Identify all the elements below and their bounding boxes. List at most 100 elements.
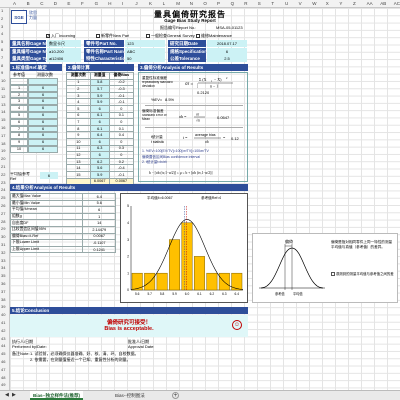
measured-value[interactable]: 6.2	[89, 157, 110, 166]
measured-value[interactable]: 6.1	[89, 124, 110, 133]
row-number[interactable]: 13	[1, 102, 5, 107]
column-letter[interactable]: Z	[353, 1, 356, 6]
ref-value[interactable]	[28, 78, 58, 85]
row-number[interactable]: 5	[1, 39, 3, 44]
column-letter[interactable]: V	[299, 1, 302, 6]
measured-value[interactable]: 5.7	[89, 85, 110, 93]
ref-value[interactable]: 6	[28, 145, 58, 153]
measured-value[interactable]: 6	[89, 137, 110, 146]
ref-value[interactable]: 6	[28, 139, 58, 146]
row-number[interactable]: 22	[1, 172, 5, 177]
row-number[interactable]: 36	[1, 281, 5, 286]
tab-nav-right-icon[interactable]: ▶	[9, 391, 19, 400]
ref-value[interactable]: 6	[28, 125, 58, 133]
row-number[interactable]: 37	[1, 289, 5, 294]
measured-value[interactable]: 5.9	[89, 98, 110, 106]
row-number[interactable]: 42	[1, 328, 5, 333]
worksheet[interactable]: SGE 欣思 力量 量具偏倚研究报告 Gage Bias Study Repor…	[9, 8, 400, 390]
tab-bias-control-chart[interactable]: Bias--控制图法	[112, 391, 148, 400]
tolerance-value[interactable]: 2.5	[207, 55, 247, 62]
tab-bias-independent[interactable]: Bias--独立样件法(推荐)	[30, 391, 83, 400]
column-letter[interactable]: N	[190, 1, 193, 6]
row-number[interactable]: 35	[1, 273, 5, 278]
row-number[interactable]: 1	[1, 8, 3, 13]
row-number[interactable]: 23	[1, 180, 5, 185]
row-number[interactable]: 19	[1, 148, 5, 153]
study-type-checkbox[interactable]: 一般检查General Survey	[146, 33, 195, 39]
gage-no-value[interactable]: a10-200	[47, 47, 81, 55]
row-number[interactable]: 17	[1, 133, 5, 138]
row-number[interactable]: 43	[1, 336, 5, 341]
ref-value[interactable]: 6	[28, 91, 58, 99]
row-number[interactable]: 8	[1, 63, 3, 68]
row-number[interactable]: 12	[1, 94, 5, 99]
column-letter[interactable]: P	[217, 1, 220, 6]
measured-value[interactable]: 6	[89, 151, 110, 159]
column-letter[interactable]: I	[122, 1, 123, 6]
row-number[interactable]: 27	[1, 211, 5, 216]
column-letter[interactable]: AC	[394, 1, 400, 6]
column-letter[interactable]: T	[271, 1, 274, 6]
ref-value[interactable]: 6	[28, 84, 58, 92]
column-letter[interactable]: J	[135, 1, 137, 6]
measured-value[interactable]: 6.1	[89, 111, 110, 120]
row-number[interactable]: 26	[1, 203, 5, 208]
row-number[interactable]: 44	[1, 343, 5, 348]
row-number[interactable]: 15	[1, 117, 5, 122]
row-number[interactable]: 33	[1, 258, 5, 263]
measured-value[interactable]: 5.9	[89, 91, 110, 100]
column-letter[interactable]: F	[81, 1, 84, 6]
column-letter[interactable]: M	[176, 1, 180, 6]
row-number[interactable]: 11	[1, 86, 5, 91]
column-letter[interactable]: U	[285, 1, 288, 6]
row-number[interactable]: 34	[1, 265, 5, 270]
column-letter[interactable]: Q	[231, 1, 235, 6]
row-number[interactable]: 46	[1, 359, 5, 364]
measured-value[interactable]: 6.3	[89, 144, 110, 153]
measured-value[interactable]: 5.8	[89, 78, 110, 87]
study-type-checkbox[interactable]: ✓入厂Incoming	[46, 33, 75, 39]
checkbox-icon[interactable]: ✓	[46, 33, 50, 38]
row-number[interactable]: 30	[1, 234, 5, 239]
row-number[interactable]: 3	[1, 24, 3, 29]
ref-value[interactable]: 6	[28, 132, 58, 140]
add-sheet-icon[interactable]: +	[172, 392, 179, 399]
row-number[interactable]: 16	[1, 125, 5, 130]
row-number[interactable]: 10	[1, 78, 5, 83]
study-type-checkbox[interactable]: 新零件New Part	[96, 33, 129, 39]
study-type-checkbox[interactable]: 维修Maintenance	[196, 33, 232, 39]
row-number[interactable]: 32	[1, 250, 5, 255]
row-number[interactable]: 4	[1, 31, 3, 36]
row-number[interactable]: 29	[1, 226, 5, 231]
row-number[interactable]: 2	[1, 16, 3, 21]
row-number[interactable]: 45	[1, 351, 5, 356]
row-number[interactable]: 14	[1, 109, 5, 114]
row-number[interactable]: 18	[1, 141, 5, 146]
row-number[interactable]: 49	[1, 382, 5, 387]
column-letter[interactable]: Y	[339, 1, 342, 6]
checkbox-icon[interactable]	[196, 33, 200, 38]
ref-value[interactable]: 6	[28, 105, 58, 112]
row-number[interactable]: 48	[1, 375, 5, 380]
column-letter[interactable]: G	[95, 1, 99, 6]
row-number[interactable]: 25	[1, 195, 5, 200]
row-number[interactable]: 28	[1, 219, 5, 224]
column-letter[interactable]: W	[312, 1, 316, 6]
ref-value[interactable]: 6	[28, 118, 58, 126]
column-letter[interactable]: B	[27, 1, 30, 6]
column-letter[interactable]: H	[108, 1, 111, 6]
gage-type-value[interactable]: ai12406	[47, 55, 81, 62]
column-letter[interactable]: O	[203, 1, 207, 6]
spec-value[interactable]: 6	[207, 47, 247, 55]
row-number[interactable]: 38	[1, 297, 5, 302]
column-letter[interactable]: L	[163, 1, 166, 6]
column-letter[interactable]: A	[13, 1, 16, 6]
row-number[interactable]: 20	[1, 156, 5, 161]
column-letter[interactable]: AA	[367, 1, 373, 6]
row-number[interactable]: 40	[1, 312, 5, 317]
column-letter[interactable]: X	[326, 1, 329, 6]
row-number[interactable]: 7	[1, 55, 3, 60]
row-number[interactable]: 9	[1, 70, 3, 75]
row-number[interactable]: 24	[1, 187, 5, 192]
ref-value[interactable]: 6	[28, 111, 58, 119]
